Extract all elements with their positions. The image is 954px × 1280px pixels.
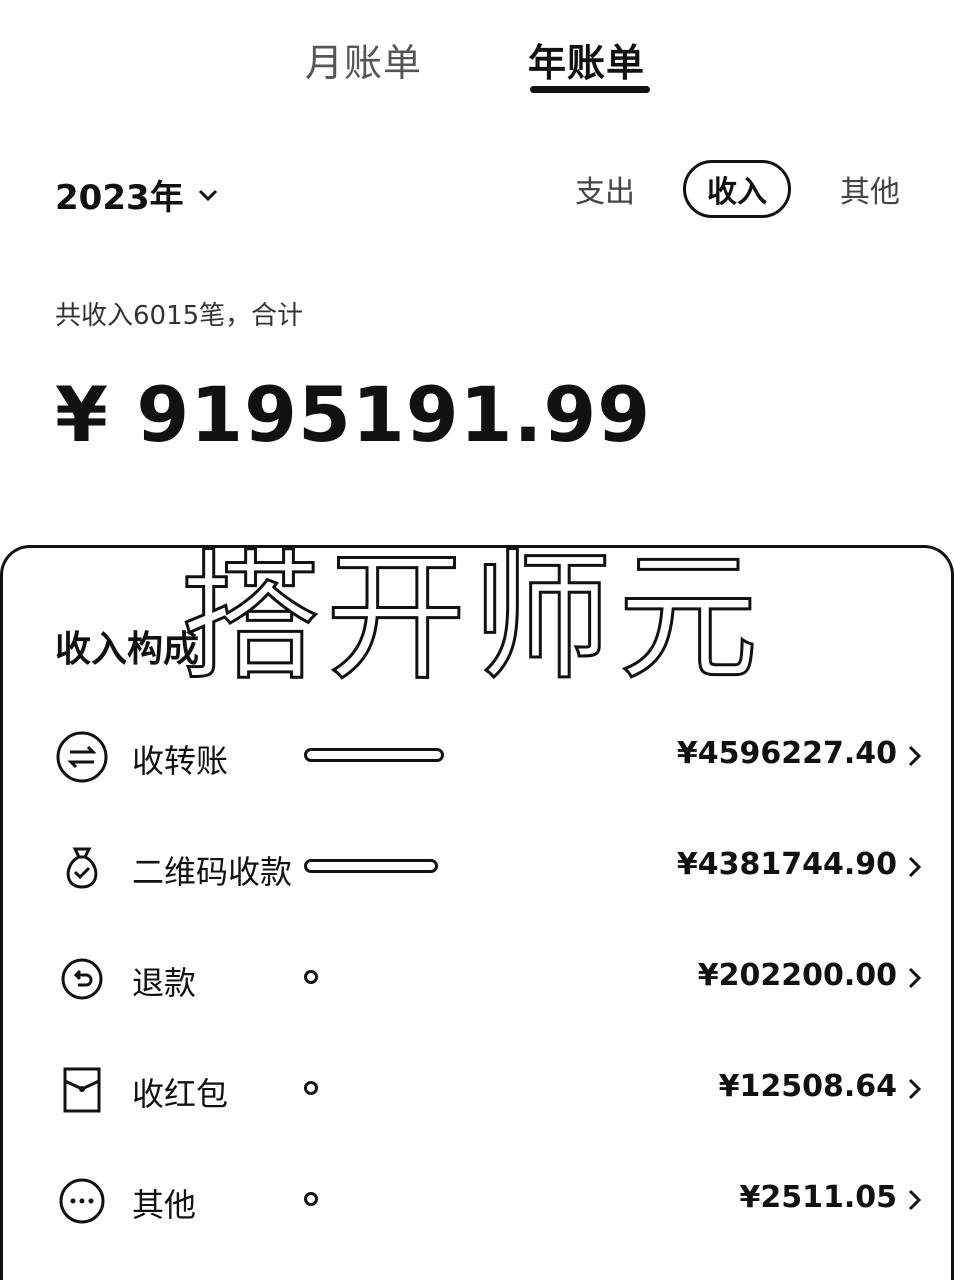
item-label: 其他 [132, 1186, 197, 1224]
tab-yearly-bill[interactable]: 年账单 [528, 32, 645, 87]
chevron-down-icon [198, 189, 217, 201]
transfer-icon [56, 731, 108, 783]
share-bar [304, 748, 444, 762]
item-label: 收转账 [132, 742, 229, 780]
filter-other[interactable]: 其他 [825, 160, 915, 218]
chevron-right-icon [908, 1078, 922, 1100]
item-amount: ¥202200.00 [697, 958, 897, 993]
share-dot [304, 1081, 318, 1095]
red-packet-icon [63, 1067, 101, 1113]
income-list: 收转账 ¥4596227.40 二维码收款 ¥4381744.90 退款 ¥20… [0, 700, 954, 1255]
tab-monthly-bill[interactable]: 月账单 [305, 32, 422, 87]
item-amount: ¥2511.05 [739, 1180, 897, 1215]
list-item[interactable]: 收红包 ¥12508.64 [0, 1033, 954, 1144]
refund-icon [61, 958, 103, 1000]
share-bar [304, 859, 438, 873]
item-amount: ¥4596227.40 [676, 736, 897, 771]
list-item[interactable]: 其他 ¥2511.05 [0, 1144, 954, 1255]
year-selector[interactable]: 2023年 [55, 170, 220, 219]
year-label: 2023年 [55, 178, 184, 218]
money-bag-icon [66, 847, 98, 889]
chevron-right-icon [908, 745, 922, 767]
active-tab-indicator [530, 86, 650, 93]
item-amount: ¥4381744.90 [676, 847, 897, 882]
share-dot [304, 970, 318, 984]
list-item[interactable]: 退款 ¥202200.00 [0, 922, 954, 1033]
summary-text: 共收入6015笔，合计 [55, 301, 304, 331]
item-amount: ¥12508.64 [718, 1069, 897, 1104]
list-item[interactable]: 二维码收款 ¥4381744.90 [0, 811, 954, 922]
total-amount: ¥ 9195191.99 [55, 370, 652, 459]
filter-row: 2023年 支出 收入 其他 [0, 160, 954, 224]
share-dot [304, 1192, 318, 1206]
more-icon [59, 1178, 105, 1224]
item-label: 退款 [132, 964, 197, 1002]
list-item[interactable]: 收转账 ¥4596227.40 [0, 700, 954, 811]
bill-tabs: 月账单 年账单 [0, 20, 954, 110]
section-title: 收入构成 [55, 629, 200, 670]
chevron-right-icon [908, 856, 922, 878]
item-label: 收红包 [132, 1075, 229, 1113]
filter-income[interactable]: 收入 [683, 160, 791, 218]
filter-expense[interactable]: 支出 [560, 160, 650, 218]
watermark: 搭开师元 [178, 536, 765, 702]
chevron-right-icon [908, 967, 922, 989]
chevron-right-icon [908, 1189, 922, 1211]
item-label: 二维码收款 [132, 853, 293, 891]
